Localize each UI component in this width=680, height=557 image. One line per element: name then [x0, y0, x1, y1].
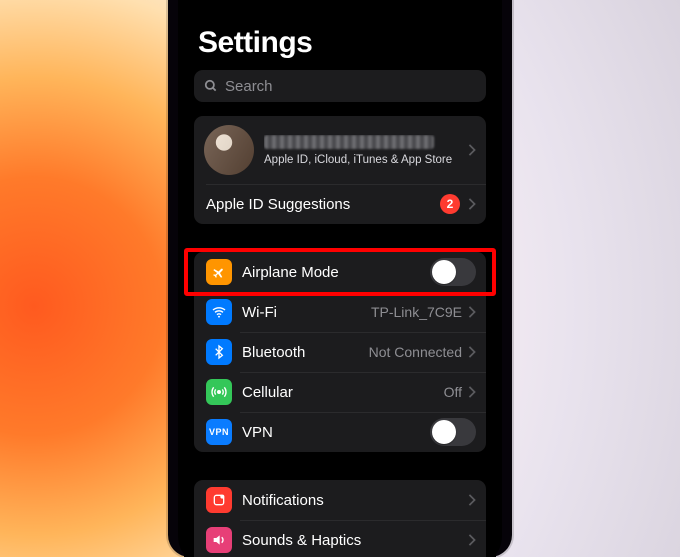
cellular-detail: Off	[444, 384, 462, 400]
cellular-label: Cellular	[242, 384, 444, 401]
sounds-label: Sounds & Haptics	[242, 532, 468, 549]
system-group: Notifications Sounds & Haptics Do Not Di…	[194, 480, 486, 557]
sounds-icon	[206, 527, 232, 553]
wifi-row[interactable]: Wi-Fi TP-Link_7C9E	[194, 292, 486, 332]
wifi-detail: TP-Link_7C9E	[371, 304, 462, 320]
vpn-label: VPN	[242, 424, 430, 441]
search-input[interactable]: Search	[194, 70, 486, 102]
chevron-right-icon	[468, 346, 476, 358]
sounds-row[interactable]: Sounds & Haptics	[194, 520, 486, 557]
cellular-row[interactable]: Cellular Off	[194, 372, 486, 412]
wifi-label: Wi-Fi	[242, 304, 371, 321]
suggestions-badge: 2	[440, 194, 460, 214]
bluetooth-label: Bluetooth	[242, 344, 369, 361]
profile-subtitle: Apple ID, iCloud, iTunes & App Store	[264, 154, 468, 166]
chevron-right-icon	[468, 534, 476, 546]
bluetooth-icon	[206, 339, 232, 365]
page-title: Settings	[184, 0, 496, 70]
apple-id-suggestions-label: Apple ID Suggestions	[206, 196, 440, 213]
vpn-icon: VPN	[206, 419, 232, 445]
airplane-mode-label: Airplane Mode	[242, 264, 430, 281]
vpn-row[interactable]: VPN VPN	[194, 412, 486, 452]
chevron-right-icon	[468, 306, 476, 318]
screen: Settings Search Apple ID, iCloud, iTunes…	[184, 0, 496, 557]
profile-group: Apple ID, iCloud, iTunes & App Store App…	[194, 116, 486, 224]
phone-frame: Settings Search Apple ID, iCloud, iTunes…	[168, 0, 512, 557]
airplane-mode-row[interactable]: Airplane Mode	[194, 252, 486, 292]
profile-name-redacted	[264, 135, 434, 149]
search-placeholder: Search	[225, 78, 273, 95]
chevron-right-icon	[468, 144, 476, 156]
desktop-wallpaper: Settings Search Apple ID, iCloud, iTunes…	[0, 0, 680, 557]
airplane-icon	[206, 259, 232, 285]
avatar	[204, 125, 254, 175]
cellular-icon	[206, 379, 232, 405]
chevron-right-icon	[468, 198, 476, 210]
notifications-row[interactable]: Notifications	[194, 480, 486, 520]
apple-id-suggestions-row[interactable]: Apple ID Suggestions 2	[194, 184, 486, 224]
bluetooth-detail: Not Connected	[369, 344, 462, 360]
bluetooth-row[interactable]: Bluetooth Not Connected	[194, 332, 486, 372]
search-icon	[204, 79, 218, 93]
profile-row[interactable]: Apple ID, iCloud, iTunes & App Store	[194, 116, 486, 184]
vpn-toggle[interactable]	[430, 418, 476, 446]
wifi-icon	[206, 299, 232, 325]
chevron-right-icon	[468, 386, 476, 398]
notifications-icon	[206, 487, 232, 513]
chevron-right-icon	[468, 494, 476, 506]
airplane-mode-toggle[interactable]	[430, 258, 476, 286]
notifications-label: Notifications	[242, 492, 468, 509]
network-group: Airplane Mode Wi-Fi TP-Link_7C9E Bluetoo	[194, 252, 486, 452]
